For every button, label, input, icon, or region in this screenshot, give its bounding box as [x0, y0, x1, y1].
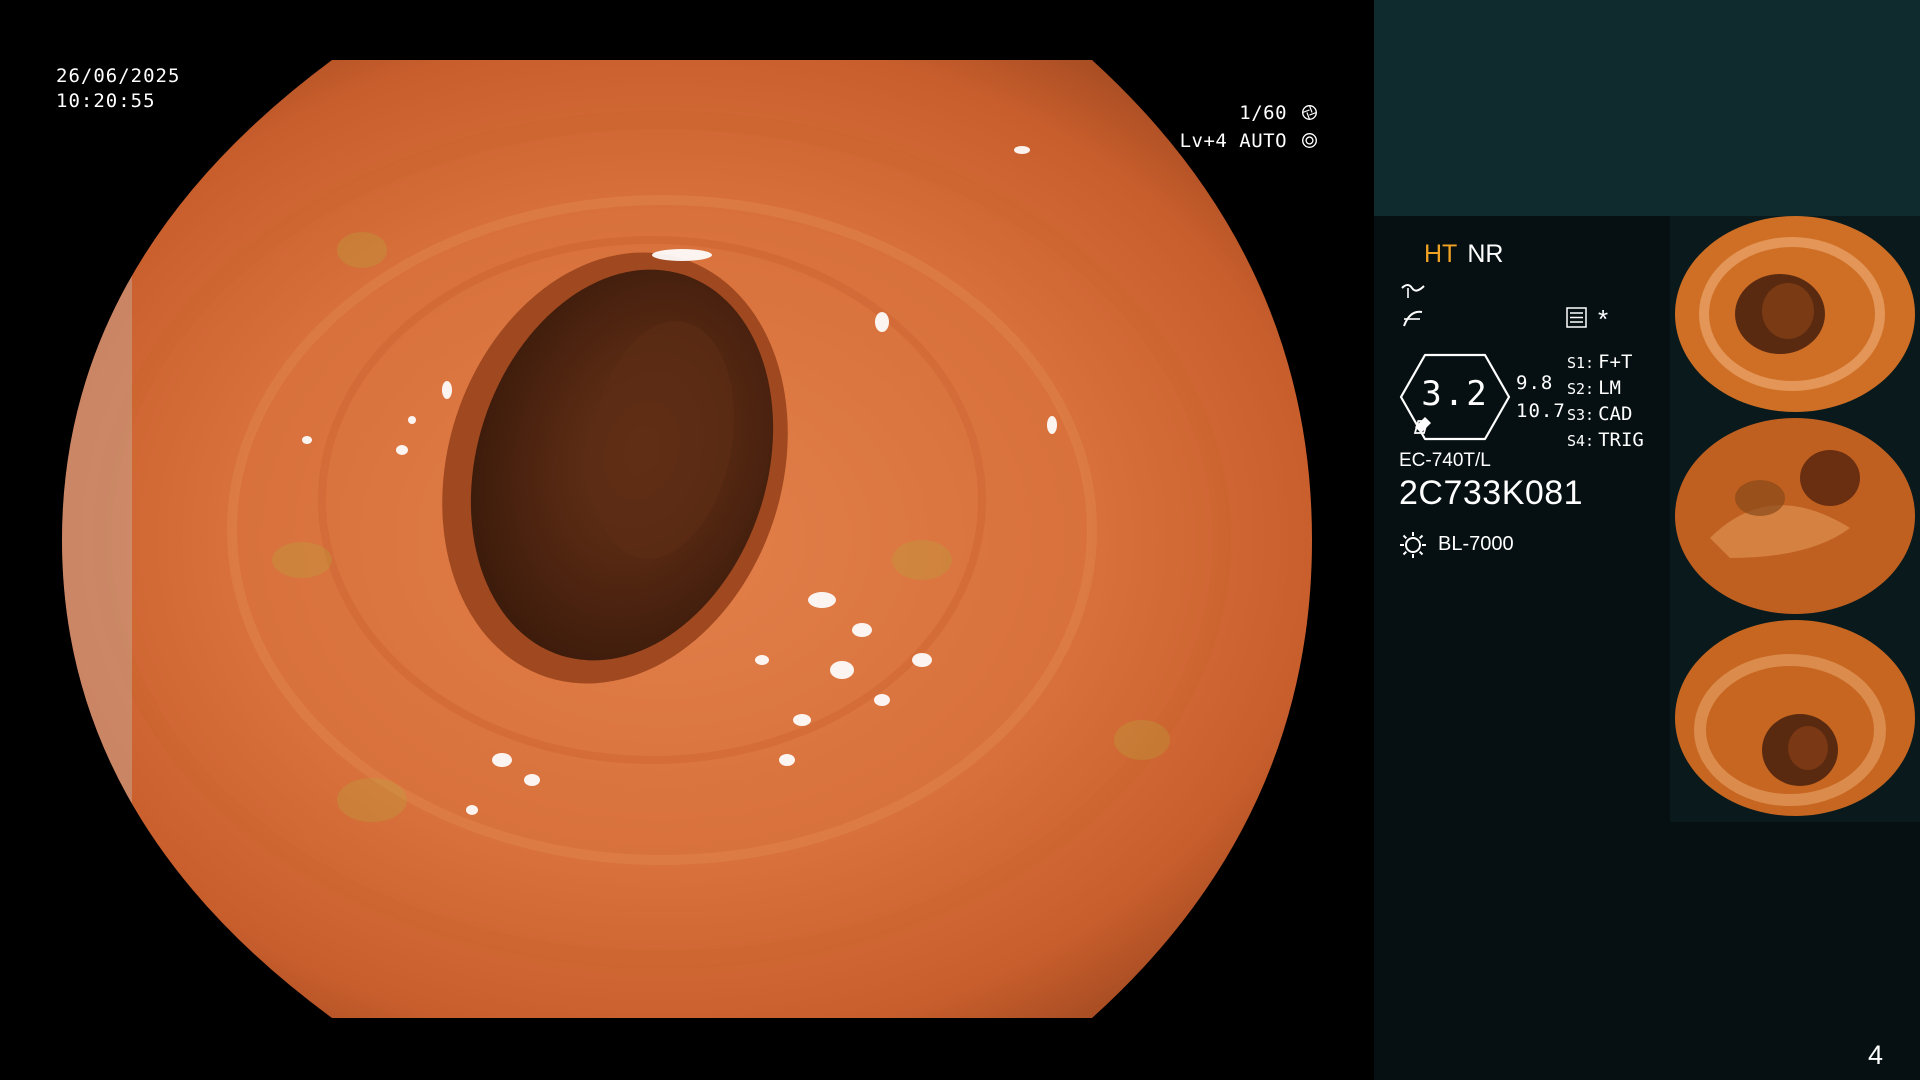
zoom-side-top: 9.8 — [1516, 372, 1554, 394]
timestamp: 26/06/2025 10:20:55 — [56, 64, 180, 114]
nr-label: NR — [1467, 240, 1504, 268]
time-text: 10:20:55 — [56, 90, 156, 112]
contrast-curve-icon — [1403, 310, 1423, 327]
light-source-model: BL-7000 — [1438, 533, 1514, 555]
processing-modes: HT NR — [1424, 240, 1503, 269]
shutter-icon — [1302, 105, 1317, 120]
scope-model: EC-740T/L — [1399, 450, 1491, 471]
scope-serial: 2C733K081 — [1399, 474, 1584, 512]
captured-frame-thumbnail[interactable] — [1670, 216, 1920, 418]
switch-row: S1: F+T — [1567, 351, 1633, 373]
date-text: 26/06/2025 — [56, 65, 181, 87]
light-source-icon — [1400, 532, 1426, 558]
zoom-value: 3.2 — [1421, 374, 1489, 414]
asterisk-indicator: * — [1598, 304, 1609, 334]
zoom-side-values: 9.8 10.7 — [1516, 369, 1566, 425]
switch-row: S3: CAD — [1567, 403, 1633, 425]
captured-frame-thumbnail[interactable] — [1670, 418, 1920, 620]
enhancement-curve-icon — [1401, 284, 1425, 298]
switch-row: S2: LM — [1567, 377, 1621, 399]
switch-assignments: S1: F+T S2: LM S3: CAD S4: TRIG — [1567, 350, 1644, 454]
panel-header — [1374, 0, 1920, 216]
shutter-speed: 1/60 — [1239, 102, 1288, 124]
page-number: 4 — [1868, 1040, 1884, 1070]
exposure-readout: 1/60 Lv+4 AUTO — [1180, 99, 1318, 155]
switch-row: S4: TRIG — [1567, 429, 1644, 451]
endoscope-view — [62, 60, 1312, 1018]
zoom-side-bottom: 10.7 — [1516, 400, 1566, 422]
ht-label: HT — [1424, 240, 1458, 268]
settings-list-icon — [1566, 307, 1587, 328]
auto-exposure-icon — [1302, 133, 1317, 148]
captured-frame-thumbnail[interactable] — [1670, 620, 1920, 822]
exposure-level: Lv+4 AUTO — [1179, 130, 1288, 152]
